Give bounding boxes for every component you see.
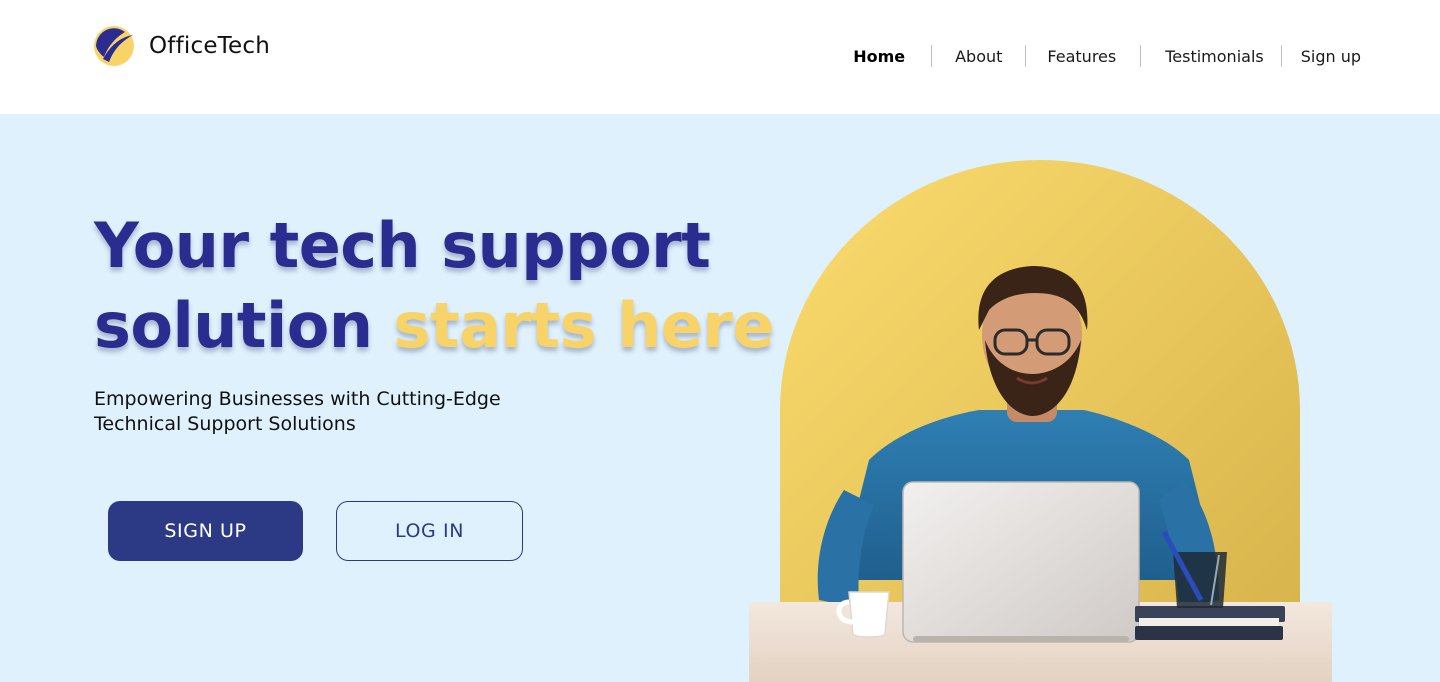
nav-home[interactable]: Home	[853, 47, 905, 66]
site-header: OfficeTech Home About Features Testimoni…	[0, 0, 1440, 114]
hero-headline: Your tech support solution starts here	[94, 206, 775, 366]
nav-about[interactable]: About	[955, 47, 1002, 66]
main-nav: Home About Features Testimonials Sign up	[853, 44, 1361, 68]
laptop	[902, 481, 1140, 643]
nav-divider	[1140, 45, 1142, 67]
nav-divider	[931, 45, 933, 67]
brand-name: OfficeTech	[149, 33, 270, 59]
coffee-cup	[848, 591, 890, 638]
nav-divider	[1025, 45, 1027, 67]
nav-signup[interactable]: Sign up	[1301, 47, 1361, 66]
subtitle-line2: Technical Support Solutions	[94, 413, 356, 435]
hero-section: Your tech support solution starts here E…	[0, 114, 1440, 682]
signup-button[interactable]: SIGN UP	[108, 501, 303, 561]
headline-line2: solution	[94, 289, 394, 362]
subtitle-line1: Empowering Businesses with Cutting-Edge	[94, 388, 501, 410]
hero-subtitle: Empowering Businesses with Cutting-Edge …	[94, 387, 554, 437]
headline-line1: Your tech support	[94, 209, 711, 282]
nav-testimonials[interactable]: Testimonials	[1165, 47, 1264, 66]
brand-logo[interactable]: OfficeTech	[94, 26, 270, 66]
logo-icon	[94, 26, 134, 66]
nav-features[interactable]: Features	[1047, 47, 1116, 66]
login-button[interactable]: LOG IN	[336, 501, 523, 561]
hero-illustration	[749, 160, 1332, 682]
nav-divider	[1280, 45, 1282, 67]
headline-accent: starts here	[393, 289, 775, 362]
